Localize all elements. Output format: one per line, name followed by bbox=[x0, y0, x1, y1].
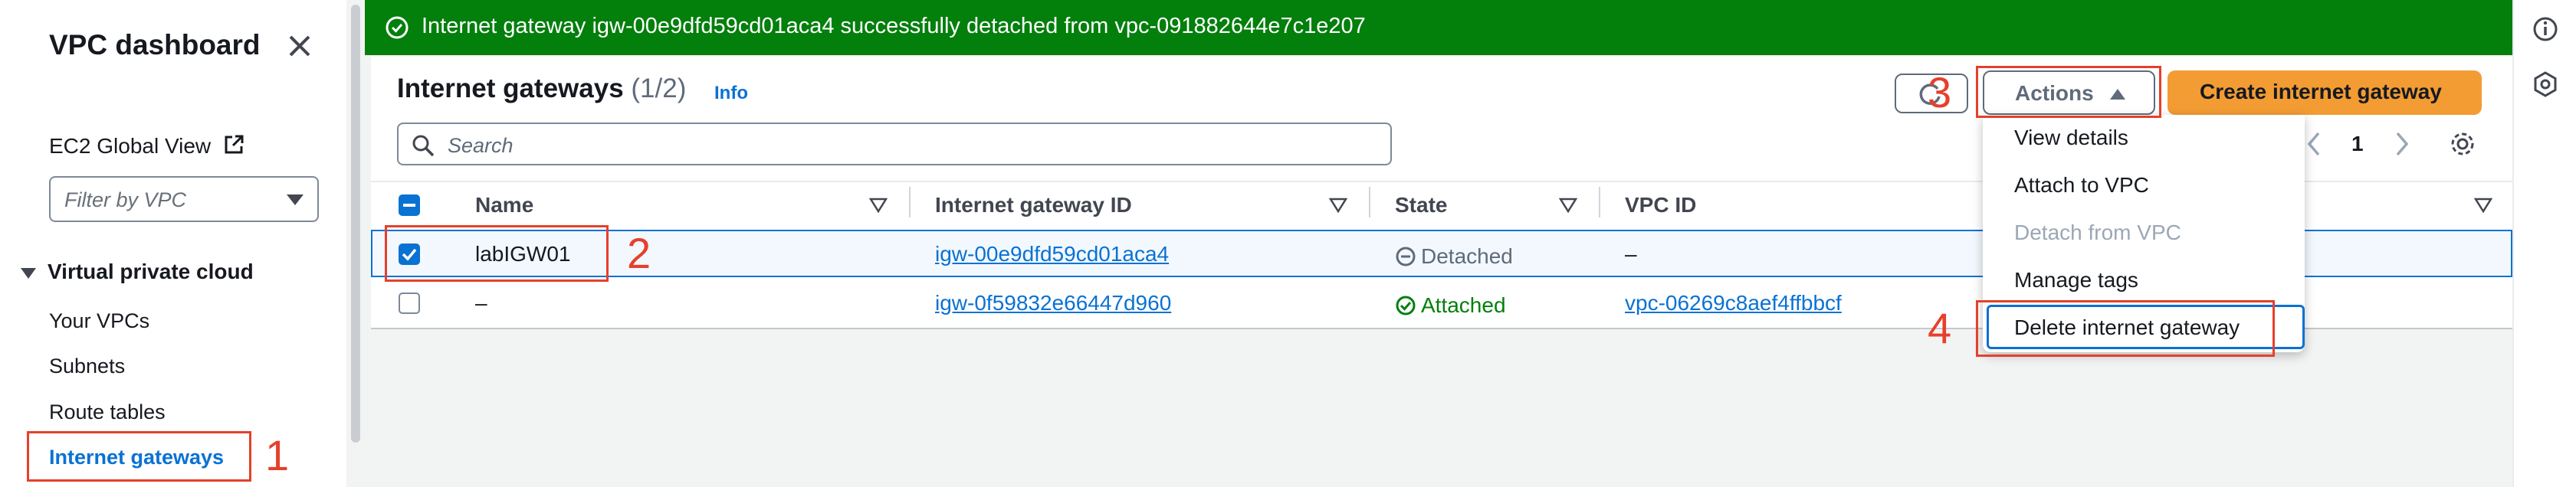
flash-message: Internet gateway igw-00e9dfd59cd01aca4 s… bbox=[422, 14, 1366, 38]
search-input[interactable]: Search bbox=[397, 123, 1392, 165]
settings-icon[interactable] bbox=[2532, 70, 2559, 98]
annotation-box-3 bbox=[1976, 66, 2161, 118]
filter-by-vpc-select[interactable]: Filter by VPC bbox=[49, 176, 319, 222]
sidebar-item-subnets[interactable]: Subnets bbox=[49, 355, 125, 378]
row-gateway-id-link[interactable]: igw-00e9dfd59cd01aca4 bbox=[935, 242, 1169, 266]
row-name: – bbox=[475, 291, 487, 315]
annotation-number-4: 4 bbox=[1928, 304, 1952, 352]
row-state: Attached bbox=[1395, 291, 1506, 318]
settings-icon[interactable] bbox=[2449, 130, 2476, 158]
row-gateway-id-link[interactable]: igw-0f59832e66447d960 bbox=[935, 291, 1171, 315]
caret-down-icon bbox=[287, 194, 304, 205]
section-label: Virtual private cloud bbox=[48, 260, 254, 283]
annotation-box-1 bbox=[27, 431, 251, 482]
select-all-checkbox[interactable] bbox=[399, 194, 420, 216]
annotation-box-2 bbox=[385, 225, 609, 282]
create-internet-gateway-button[interactable]: Create internet gateway bbox=[2167, 70, 2482, 115]
annotation-number-2: 2 bbox=[627, 229, 651, 277]
menu-item-manage-tags[interactable]: Manage tags bbox=[2014, 268, 2138, 293]
sidebar-scrollbar-thumb[interactable] bbox=[351, 5, 360, 443]
search-icon bbox=[412, 135, 435, 157]
sort-icon[interactable] bbox=[2474, 198, 2492, 213]
menu-item-view-details[interactable]: View details bbox=[2014, 126, 2128, 150]
column-header-state[interactable]: State bbox=[1395, 193, 1447, 217]
sort-icon[interactable] bbox=[1329, 198, 1347, 213]
close-icon[interactable] bbox=[284, 31, 315, 61]
selection-count: (1/2) bbox=[631, 74, 687, 103]
annotation-box-4 bbox=[1976, 300, 2275, 357]
column-divider[interactable] bbox=[1369, 187, 1370, 217]
success-icon bbox=[1396, 296, 1416, 315]
row-vpc-id-link[interactable]: vpc-06269c8aef4ffbbcf bbox=[1625, 291, 1842, 315]
menu-item-detach-from-vpc: Detach from VPC bbox=[2014, 221, 2181, 244]
column-header-vpc-id[interactable]: VPC ID bbox=[1625, 193, 1696, 217]
caret-down-icon bbox=[21, 268, 36, 279]
sidebar-item-your-vpcs[interactable]: Your VPCs bbox=[49, 309, 149, 333]
success-icon bbox=[386, 16, 409, 39]
column-divider[interactable] bbox=[1599, 187, 1600, 217]
row-state-text: Detached bbox=[1421, 244, 1513, 268]
sidebar-item-route-tables[interactable]: Route tables bbox=[49, 400, 166, 424]
row-state-text: Attached bbox=[1421, 293, 1506, 317]
detached-icon bbox=[1396, 247, 1416, 266]
column-divider[interactable] bbox=[909, 187, 911, 217]
sort-icon[interactable] bbox=[869, 198, 888, 213]
row-state: Detached bbox=[1395, 242, 1513, 269]
menu-item-attach-to-vpc[interactable]: Attach to VPC bbox=[2014, 173, 2149, 198]
filter-placeholder: Filter by VPC bbox=[64, 188, 187, 211]
sidebar-title[interactable]: VPC dashboard bbox=[49, 29, 261, 61]
ec2-global-view-label: EC2 Global View bbox=[49, 134, 212, 158]
column-header-gateway-id[interactable]: Internet gateway ID bbox=[935, 193, 1132, 217]
sidebar-section-virtual-private-cloud[interactable]: Virtual private cloud bbox=[20, 260, 254, 284]
column-header-name[interactable]: Name bbox=[475, 193, 533, 217]
external-link-icon bbox=[225, 135, 244, 154]
row-vpc-id: – bbox=[1625, 242, 1637, 266]
annotation-number-1: 1 bbox=[265, 431, 290, 479]
chevron-left-icon[interactable] bbox=[2305, 130, 2323, 158]
page-number[interactable]: 1 bbox=[2351, 132, 2364, 156]
info-link[interactable]: Info bbox=[714, 83, 748, 104]
ec2-global-view-link[interactable]: EC2 Global View bbox=[49, 132, 244, 159]
create-label: Create internet gateway bbox=[2200, 80, 2442, 103]
page-title: Internet gateways (1/2) bbox=[397, 74, 686, 104]
panel-title-text: Internet gateways bbox=[397, 74, 624, 103]
row-checkbox[interactable] bbox=[399, 293, 420, 314]
annotation-number-3: 3 bbox=[1928, 68, 1952, 116]
info-icon[interactable] bbox=[2532, 15, 2559, 43]
search-placeholder: Search bbox=[448, 134, 514, 157]
sort-icon[interactable] bbox=[1559, 198, 1577, 213]
chevron-right-icon[interactable] bbox=[2393, 130, 2411, 158]
success-flash-bar: Internet gateway igw-00e9dfd59cd01aca4 s… bbox=[365, 0, 2512, 55]
